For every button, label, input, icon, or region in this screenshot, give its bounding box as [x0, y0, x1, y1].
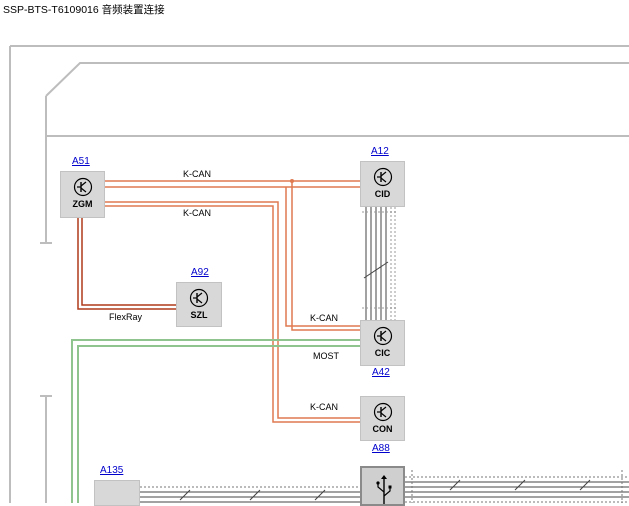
transistor-icon	[73, 177, 93, 197]
kcan-wires	[105, 180, 360, 423]
frame	[9, 45, 629, 503]
flexray-wire	[77, 218, 176, 310]
ref-a42[interactable]: A42	[372, 367, 390, 378]
bus-label-kcan: K-CAN	[310, 313, 339, 323]
component-abbr: CID	[374, 189, 391, 199]
component-cid[interactable]: CID	[360, 161, 405, 207]
ref-a135[interactable]: A135	[100, 465, 123, 476]
component-szl[interactable]: SZL	[176, 282, 222, 327]
usb-icon	[376, 475, 392, 504]
ref-a51[interactable]: A51	[72, 156, 90, 167]
component-abbr: CIC	[374, 348, 391, 358]
transistor-icon	[373, 326, 393, 346]
bus-label-kcan: K-CAN	[183, 208, 212, 218]
ref-a92[interactable]: A92	[191, 267, 209, 278]
component-usb[interactable]	[360, 466, 405, 506]
bus-label-flexray: FlexRay	[109, 312, 143, 322]
component-cic[interactable]: CIC	[360, 320, 405, 366]
ref-a88[interactable]: A88	[372, 443, 390, 454]
component-abbr: ZGM	[72, 199, 93, 209]
cid-cic-bundle	[362, 207, 398, 320]
bus-label-kcan: K-CAN	[183, 169, 212, 179]
wiring-diagram	[9, 45, 629, 503]
bus-label-kcan: K-CAN	[310, 402, 339, 412]
ref-a12[interactable]: A12	[371, 146, 389, 157]
transistor-icon	[373, 167, 393, 187]
transistor-icon	[189, 288, 209, 308]
component-abbr: SZL	[190, 310, 208, 320]
component-con[interactable]: CON	[360, 396, 405, 441]
kcan-junction	[290, 179, 294, 183]
component-a135[interactable]	[94, 480, 140, 506]
component-zgm[interactable]: ZGM	[60, 171, 105, 218]
transistor-icon	[373, 402, 393, 422]
bus-label-most: MOST	[313, 351, 339, 361]
component-abbr: CON	[372, 424, 393, 434]
